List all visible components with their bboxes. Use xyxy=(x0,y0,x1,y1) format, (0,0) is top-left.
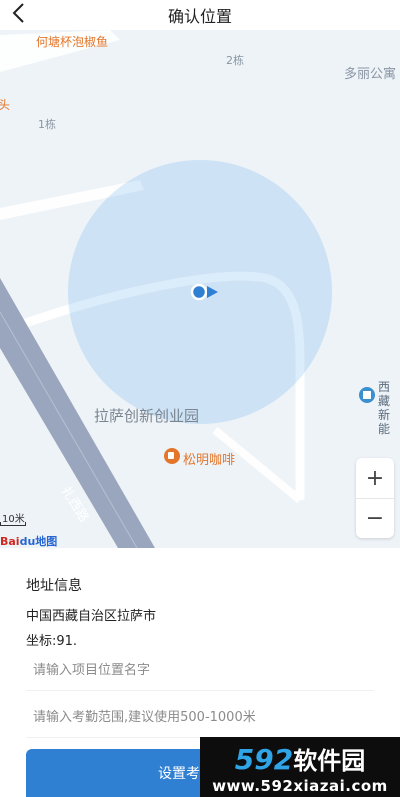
location-name-input[interactable] xyxy=(26,651,374,691)
poi-label-cafe: 松明咖啡 xyxy=(183,453,236,468)
map-view[interactable]: 何塘杯泡椒鱼 2栋 多丽公寓 鱼头 1栋 拉萨创新创业园 松明咖啡 扎西路 西藏… xyxy=(0,30,400,548)
address-text: 中国西藏自治区拉萨市 xyxy=(26,609,157,624)
map-base xyxy=(0,30,400,548)
building-label-1: 1栋 xyxy=(38,118,56,131)
map-logo-text-blue: du地图 xyxy=(19,535,58,548)
site-watermark: 592软件园 www.592xiazai.com xyxy=(200,737,400,797)
watermark-text: 软件园 xyxy=(293,747,366,775)
poi-label-restaurant: 何塘杯泡椒鱼 xyxy=(36,35,109,49)
map-logo: Baidu地图 xyxy=(0,533,57,548)
poi-label-park: 拉萨创新创业园 xyxy=(94,407,200,425)
zoom-out-button[interactable]: − xyxy=(356,498,394,538)
poi-label-fish: 鱼头 xyxy=(0,98,11,112)
chevron-left-icon[interactable] xyxy=(10,2,28,24)
zoom-in-button[interactable]: + xyxy=(356,458,394,498)
map-logo-text-red: Bai xyxy=(0,535,20,548)
map-scale-bar xyxy=(0,522,26,526)
section-title: 地址信息 xyxy=(26,578,82,594)
attendance-range-input[interactable] xyxy=(26,698,374,738)
watermark-url: www.592xiazai.com xyxy=(212,777,388,795)
top-bar: 确认位置 xyxy=(0,0,400,30)
poi-label-apartment: 多丽公寓 xyxy=(344,67,397,82)
zoom-control: + − xyxy=(356,458,394,538)
coordinates-text: 坐标:91. xyxy=(26,634,78,649)
watermark-number: 592 xyxy=(234,743,294,776)
building-label-2: 2栋 xyxy=(226,54,244,67)
page-title: 确认位置 xyxy=(167,7,232,26)
poi-label-right: 西藏新能 xyxy=(378,380,391,436)
